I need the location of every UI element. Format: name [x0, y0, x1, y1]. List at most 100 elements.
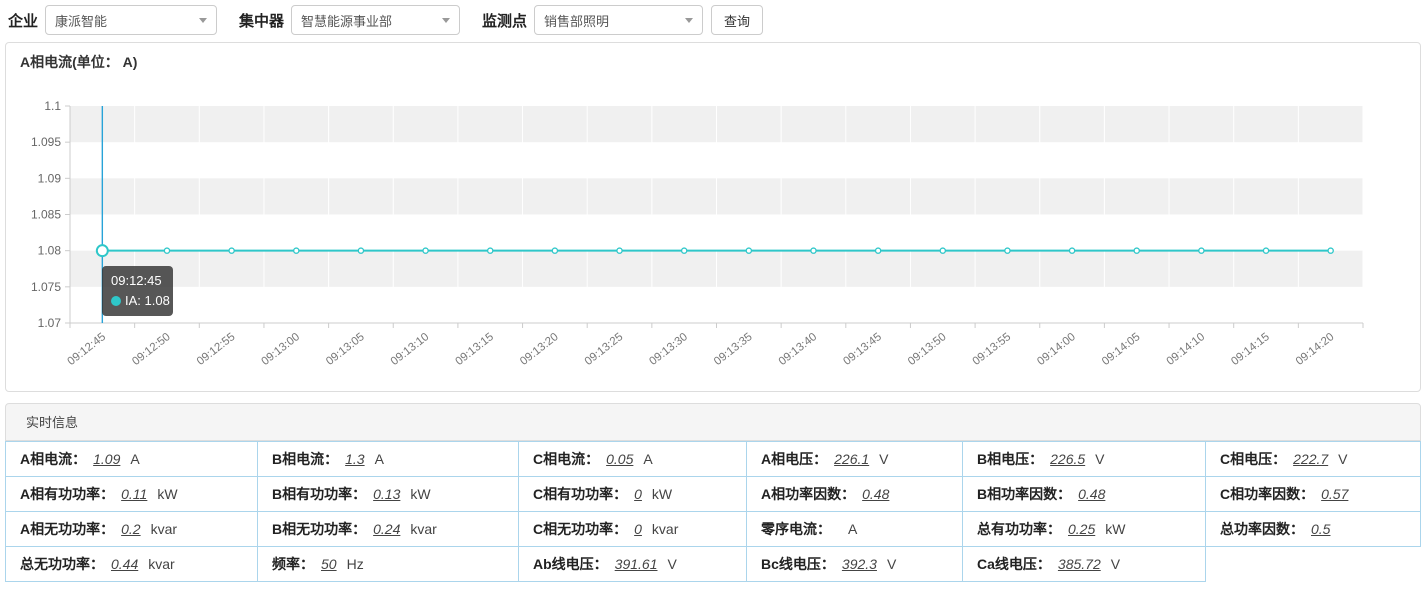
concentrator-select[interactable]: 智慧能源事业部: [291, 5, 460, 35]
svg-text:09:13:50: 09:13:50: [906, 331, 949, 368]
cell-value: 226.5: [1050, 451, 1085, 467]
realtime-cell: B相电流： 1.3 A: [258, 442, 519, 477]
realtime-cell: [1206, 547, 1421, 582]
cell-label: B相电压：: [977, 451, 1043, 467]
cell-value: 0.48: [862, 486, 889, 502]
cell-value: 50: [321, 556, 337, 572]
cell-value: 0.25: [1068, 521, 1095, 537]
cell-label: A相电流：: [20, 451, 86, 467]
svg-text:09:13:20: 09:13:20: [518, 331, 561, 368]
svg-text:09:13:15: 09:13:15: [453, 331, 496, 368]
cell-label: C相有功功率：: [533, 486, 627, 502]
cell-label: 零序电流：: [761, 521, 831, 537]
realtime-row: A相电流：1.09AB相电流：1.3AC相电流：0.05AA相电压：226.1V…: [6, 442, 1421, 477]
cell-unit: V: [1338, 451, 1347, 467]
cell-value: 1.3: [345, 451, 364, 467]
line-chart[interactable]: 1.11.0951.091.0851.081.0751.0709:12:4509…: [6, 71, 1418, 391]
cell-label: Ca线电压：: [977, 556, 1051, 572]
cell-unit: V: [879, 451, 888, 467]
svg-text:09:13:30: 09:13:30: [647, 331, 690, 368]
realtime-row: A相有功功率：0.11kWB相有功功率：0.13kWC相有功功率：0kWA相功率…: [6, 477, 1421, 512]
cell-unit: kW: [157, 486, 177, 502]
realtime-cell: C相电流：0.05A: [519, 442, 747, 477]
monitor-point-label: 监测点: [482, 10, 527, 31]
cell-value: 226.1: [834, 451, 869, 467]
realtime-cell: B相电压： 226.5 V: [963, 442, 1206, 477]
svg-text:09:14:10: 09:14:10: [1165, 331, 1208, 368]
cell-value: 0.5: [1311, 521, 1330, 537]
realtime-cell: C相功率因数：0.57: [1206, 477, 1421, 512]
svg-text:1.095: 1.095: [31, 135, 61, 149]
cell-label: Ab线电压：: [533, 556, 608, 572]
realtime-table: A相电流：1.09AB相电流：1.3AC相电流：0.05AA相电压：226.1V…: [5, 441, 1421, 582]
chart-canvas: 1.11.0951.091.0851.081.0751.0709:12:4509…: [6, 71, 1418, 391]
cell-value: 0.2: [121, 521, 140, 537]
chart-panel: A相电流(单位： A) 1.11.0951.091.0851.081.0751.…: [5, 42, 1421, 392]
enterprise-label: 企业: [8, 10, 38, 31]
svg-text:09:14:20: 09:14:20: [1294, 331, 1337, 368]
cell-value: 0: [634, 486, 642, 502]
monitor-point-select-value: 销售部照明: [544, 11, 609, 30]
svg-text:09:13:10: 09:13:10: [389, 331, 432, 368]
svg-text:1.07: 1.07: [38, 316, 62, 330]
svg-text:09:13:40: 09:13:40: [777, 331, 820, 368]
svg-text:09:13:45: 09:13:45: [841, 331, 884, 368]
cell-label: 总功率因数：: [1220, 521, 1304, 537]
realtime-cell: Ab线电压： 391.61 V: [519, 547, 747, 582]
cell-unit: V: [1095, 451, 1104, 467]
realtime-cell: 总功率因数： 0.5: [1206, 512, 1421, 547]
cell-label: B相无功功率：: [272, 521, 366, 537]
cell-unit: kvar: [148, 556, 174, 572]
cell-label: B相电流：: [272, 451, 338, 467]
svg-text:1.09: 1.09: [38, 171, 62, 185]
realtime-panel: 实时信息 A相电流：1.09AB相电流：1.3AC相电流：0.05AA相电压：2…: [5, 403, 1421, 582]
svg-text:1.085: 1.085: [31, 208, 61, 222]
realtime-cell: A相电压：226.1V: [747, 442, 963, 477]
realtime-panel-header: 实时信息: [5, 403, 1421, 441]
cell-value: 0.24: [373, 521, 400, 537]
realtime-row: A相无功功率：0.2kvarB相无功功率：0.24kvarC相无功功率：0kva…: [6, 512, 1421, 547]
cell-value: 0.11: [121, 486, 147, 502]
cell-unit: kW: [410, 486, 430, 502]
svg-text:09:14:05: 09:14:05: [1100, 331, 1143, 368]
enterprise-select[interactable]: 康派智能: [45, 5, 217, 35]
svg-text:09:14:00: 09:14:00: [1035, 331, 1078, 368]
svg-text:09:13:25: 09:13:25: [583, 331, 626, 368]
svg-text:09:12:50: 09:12:50: [130, 331, 173, 368]
cell-value: 0.05: [606, 451, 633, 467]
realtime-cell: B相功率因数：0.48: [963, 477, 1206, 512]
cell-label: A相无功功率：: [20, 521, 114, 537]
cell-unit: Hz: [347, 556, 364, 572]
cell-value: 0.13: [373, 486, 400, 502]
svg-text:09:13:55: 09:13:55: [971, 331, 1014, 368]
monitor-point-select[interactable]: 销售部照明: [534, 5, 703, 35]
realtime-cell: 总有功功率：0.25kW: [963, 512, 1206, 547]
cell-value: 392.3: [842, 556, 877, 572]
query-button[interactable]: 查询: [711, 5, 763, 35]
realtime-cell: B相有功功率： 0.13 kW: [258, 477, 519, 512]
concentrator-select-value: 智慧能源事业部: [301, 11, 392, 30]
cell-unit: A: [848, 521, 857, 537]
realtime-cell: 总无功功率：0.44kvar: [6, 547, 258, 582]
cell-value: 391.61: [615, 556, 658, 572]
realtime-cell: Bc线电压：392.3V: [747, 547, 963, 582]
cell-unit: A: [375, 451, 384, 467]
realtime-cell: B相无功功率： 0.24 kvar: [258, 512, 519, 547]
cell-unit: V: [668, 556, 677, 572]
cell-unit: kvar: [652, 521, 678, 537]
realtime-cell: 零序电流： A: [747, 512, 963, 547]
chart-title: A相电流(单位： A): [6, 43, 1420, 71]
cell-value: 0: [634, 521, 642, 537]
cell-label: C相电压：: [1220, 451, 1286, 467]
cell-label: B相有功功率：: [272, 486, 366, 502]
realtime-cell: A相有功功率：0.11kW: [6, 477, 258, 512]
cell-label: Bc线电压：: [761, 556, 835, 572]
svg-text:09:12:55: 09:12:55: [195, 331, 238, 368]
realtime-cell: C相有功功率：0kW: [519, 477, 747, 512]
realtime-cell: A相功率因数：0.48: [747, 477, 963, 512]
cell-unit: V: [1111, 556, 1120, 572]
realtime-cell: A相电流：1.09A: [6, 442, 258, 477]
svg-text:09:12:45: 09:12:45: [66, 331, 109, 368]
cell-label: 总有功功率：: [977, 521, 1061, 537]
cell-unit: kvar: [410, 521, 436, 537]
